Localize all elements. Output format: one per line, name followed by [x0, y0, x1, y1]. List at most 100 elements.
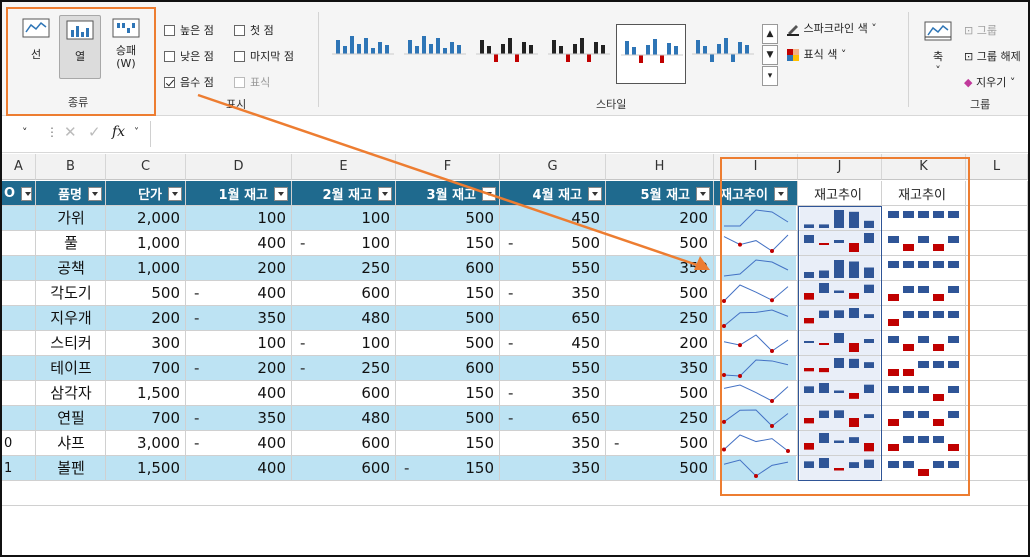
- stock-cell[interactable]: 350: [186, 406, 292, 431]
- price-cell[interactable]: 1,000: [106, 256, 186, 281]
- filter-dropdown-icon[interactable]: [274, 186, 288, 201]
- sparkline-cell[interactable]: [720, 406, 796, 431]
- product-name-cell[interactable]: 가위: [36, 206, 106, 231]
- column-header-l[interactable]: L: [966, 154, 1028, 180]
- formula-input[interactable]: [150, 121, 1020, 147]
- column-sparkline[interactable]: [800, 256, 880, 281]
- stock-cell[interactable]: 200: [606, 206, 714, 231]
- product-name-cell[interactable]: 스티커: [36, 331, 106, 356]
- table-row[interactable]: 가위 2,000 100 100 500 450 200: [2, 206, 716, 231]
- product-name-cell[interactable]: 풀: [36, 231, 106, 256]
- group-button[interactable]: ⊡ 그룹: [964, 22, 997, 38]
- line-sparkline[interactable]: [720, 306, 796, 331]
- stock-cell[interactable]: 350: [606, 356, 714, 381]
- stock-cell[interactable]: 600: [292, 281, 396, 306]
- column-header-h[interactable]: H: [606, 154, 714, 180]
- winloss-sparkline[interactable]: [884, 231, 964, 256]
- sparkline-cell[interactable]: [720, 206, 796, 231]
- stock-cell[interactable]: 600: [292, 431, 396, 456]
- product-name-cell[interactable]: 볼펜: [36, 456, 106, 481]
- winloss-sparkline[interactable]: [884, 331, 964, 356]
- gallery-scroll-up[interactable]: ▲: [762, 24, 778, 44]
- winloss-sparkline[interactable]: [884, 456, 964, 481]
- stock-cell[interactable]: 650: [500, 406, 606, 431]
- stock-cell[interactable]: 500: [606, 281, 714, 306]
- stock-cell[interactable]: 500: [396, 306, 500, 331]
- stock-cell[interactable]: 480: [292, 306, 396, 331]
- insert-function-icon[interactable]: fx: [112, 124, 125, 140]
- stock-cell[interactable]: 500: [606, 456, 714, 481]
- first-point-checkbox[interactable]: 첫 점: [234, 22, 274, 38]
- product-name-cell[interactable]: 샤프: [36, 431, 106, 456]
- stock-cell[interactable]: 450: [500, 331, 606, 356]
- winloss-sparkline[interactable]: [884, 381, 964, 406]
- filter-dropdown-icon[interactable]: [482, 186, 496, 201]
- name-box-dropdown[interactable]: ˅: [22, 126, 28, 139]
- sparkline-cell[interactable]: [720, 381, 796, 406]
- table-row[interactable]: 1 볼펜 1,500 400 600 150- 350 500: [2, 456, 716, 481]
- stock-cell[interactable]: 200: [186, 356, 292, 381]
- table-row[interactable]: 삼각자 1,500 400 600 150 350- 500: [2, 381, 716, 406]
- table-row[interactable]: 테이프 700 200-250-600 550 350: [2, 356, 716, 381]
- stock-cell[interactable]: 150: [396, 281, 500, 306]
- sparkline-cell[interactable]: [800, 431, 880, 456]
- sparkline-cell[interactable]: [884, 281, 964, 306]
- sparkline-cell[interactable]: [720, 331, 796, 356]
- markers-checkbox[interactable]: 표식: [234, 74, 270, 90]
- sparkline-cell[interactable]: [720, 456, 796, 481]
- stock-cell[interactable]: 500: [606, 231, 714, 256]
- stock-cell[interactable]: 350: [500, 456, 606, 481]
- column-header-d[interactable]: D: [186, 154, 292, 180]
- fx-dropdown[interactable]: ˅: [134, 127, 139, 138]
- stock-cell[interactable]: 480: [292, 406, 396, 431]
- line-sparkline[interactable]: [720, 381, 796, 406]
- sparkline-cell[interactable]: [884, 431, 964, 456]
- stock-cell[interactable]: 500: [396, 331, 500, 356]
- stock-cell[interactable]: 400: [186, 231, 292, 256]
- stock-cell[interactable]: 350: [606, 256, 714, 281]
- sparkline-cell[interactable]: [800, 206, 880, 231]
- sparkline-cell[interactable]: [800, 331, 880, 356]
- sparkline-cell[interactable]: [884, 306, 964, 331]
- sparkline-cell[interactable]: [884, 206, 964, 231]
- sparkline-cell[interactable]: [800, 306, 880, 331]
- table-row[interactable]: 각도기 500 400-600 150 350-500: [2, 281, 716, 306]
- table-row[interactable]: 공책 1,000 200 250 600 550 350: [2, 256, 716, 281]
- filter-dropdown-icon[interactable]: [773, 186, 788, 201]
- stock-cell[interactable]: 250: [292, 256, 396, 281]
- line-sparkline[interactable]: [720, 456, 796, 481]
- sparkline-cell[interactable]: [800, 381, 880, 406]
- winloss-sparkline[interactable]: [884, 356, 964, 381]
- stock-cell[interactable]: 600: [396, 256, 500, 281]
- product-name-cell[interactable]: 지우개: [36, 306, 106, 331]
- stock-cell[interactable]: 350: [500, 431, 606, 456]
- sparkline-cell[interactable]: [884, 381, 964, 406]
- sparkline-cell[interactable]: [884, 356, 964, 381]
- stock-cell[interactable]: 500: [606, 381, 714, 406]
- filter-dropdown-icon[interactable]: [588, 186, 602, 201]
- sparkline-cell[interactable]: [800, 256, 880, 281]
- filter-dropdown-icon[interactable]: [168, 186, 182, 201]
- line-type-button[interactable]: 선: [16, 16, 56, 74]
- price-cell[interactable]: 2,000: [106, 206, 186, 231]
- sparkline-cell[interactable]: [720, 431, 796, 456]
- winloss-type-button[interactable]: 승패 (W): [104, 16, 148, 82]
- gallery-scroll-down[interactable]: ▼: [762, 45, 778, 65]
- clear-button[interactable]: ◆ 지우기 ˅: [964, 74, 1015, 90]
- stock-cell[interactable]: 150: [396, 381, 500, 406]
- column-sparkline[interactable]: [800, 431, 880, 456]
- line-sparkline[interactable]: [720, 356, 796, 381]
- stock-cell[interactable]: 150: [396, 431, 500, 456]
- product-name-cell[interactable]: 공책: [36, 256, 106, 281]
- filter-dropdown-icon[interactable]: [21, 186, 32, 201]
- column-header-e[interactable]: E: [292, 154, 396, 180]
- sparkline-style-option[interactable]: [688, 24, 758, 84]
- column-header-g[interactable]: G: [500, 154, 606, 180]
- winloss-sparkline[interactable]: [884, 281, 964, 306]
- stock-cell[interactable]: 500: [396, 406, 500, 431]
- line-sparkline[interactable]: [720, 331, 796, 356]
- enter-icon[interactable]: ✓: [88, 123, 101, 141]
- sparkline-style-option[interactable]: [328, 24, 398, 84]
- column-sparkline[interactable]: [800, 206, 880, 231]
- last-point-checkbox[interactable]: 마지막 점: [234, 48, 294, 64]
